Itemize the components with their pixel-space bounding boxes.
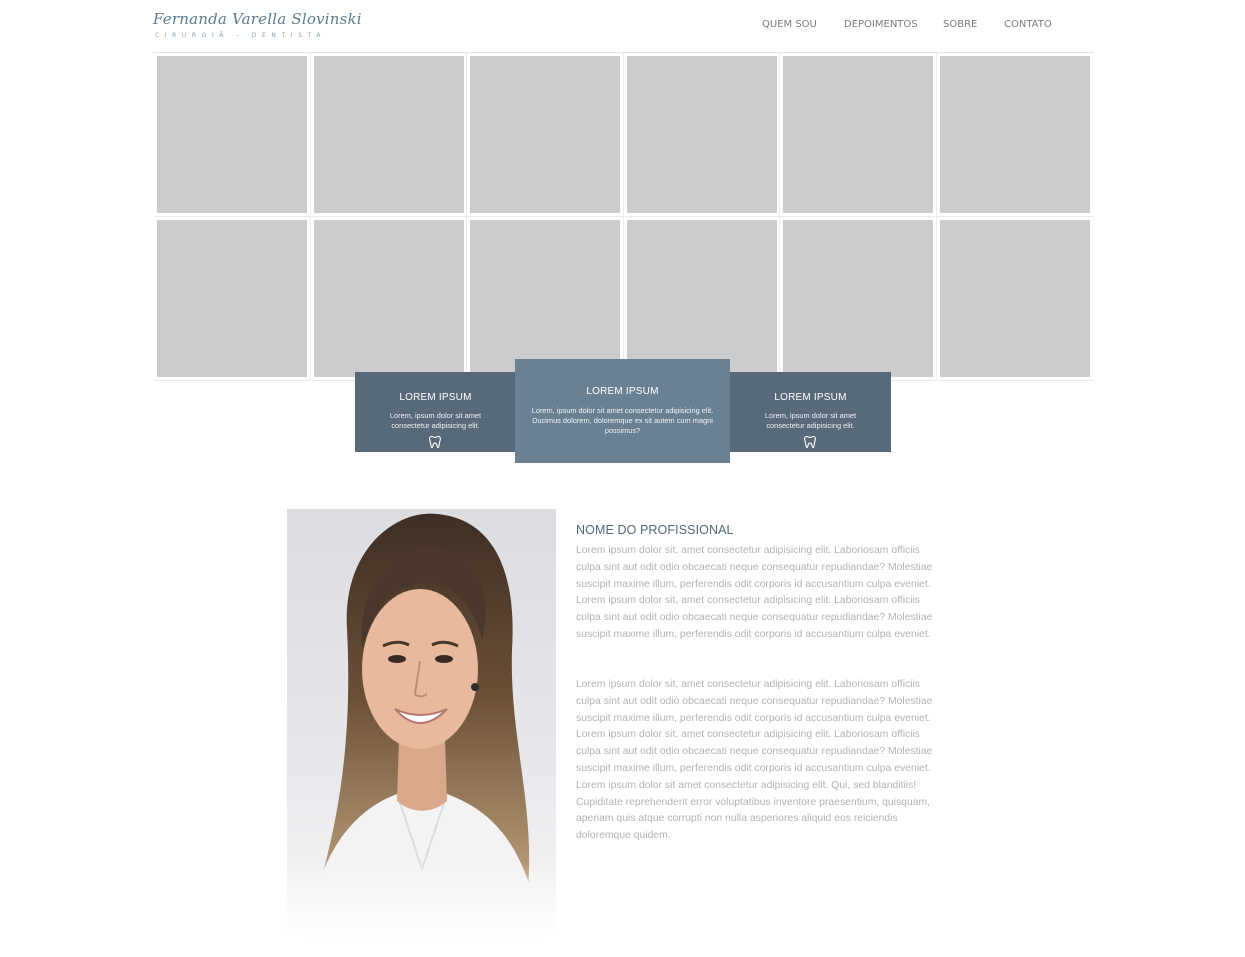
logo[interactable]: Fernanda Varella Slovinski CIRURGIÃ - DE… xyxy=(153,10,362,42)
gallery-image-placeholder[interactable] xyxy=(783,220,934,377)
nav-item-contato[interactable]: CONTATO xyxy=(1004,19,1052,30)
logo-name: Fernanda Varella Slovinski xyxy=(153,10,362,28)
gallery-image-placeholder[interactable] xyxy=(470,56,621,213)
gallery-image-placeholder[interactable] xyxy=(783,56,934,213)
nav-item-depoimentos[interactable]: DEPOIMENTOS xyxy=(844,19,918,30)
page: Fernanda Varella Slovinski CIRURGIÃ - DE… xyxy=(0,0,1245,957)
bio-paragraph: Lorem ipsum dolor sit, amet consectetur … xyxy=(576,679,933,842)
profile-photo xyxy=(287,509,556,939)
gallery-image-placeholder[interactable] xyxy=(626,220,777,377)
feature-card-title: LOREM IPSUM xyxy=(399,392,472,403)
gallery-image-placeholder[interactable] xyxy=(939,220,1090,377)
feature-card-text: Lorem, ipsum dolor sit amet consectetur … xyxy=(764,411,857,430)
logo-subtitle: CIRURGIÃ - DENTISTA xyxy=(155,32,327,39)
gallery-image-placeholder[interactable] xyxy=(157,56,307,213)
gallery-row xyxy=(154,217,1094,381)
gallery-image-placeholder[interactable] xyxy=(626,56,777,213)
feature-card-title: LOREM IPSUM xyxy=(774,392,847,403)
feature-card-left[interactable]: LOREM IPSUM Lorem, ipsum dolor sit amet … xyxy=(355,372,516,452)
gallery-image-placeholder[interactable] xyxy=(313,220,464,377)
tooth-icon xyxy=(429,435,441,449)
nav-item-sobre[interactable]: SOBRE xyxy=(943,19,977,30)
portrait-illustration xyxy=(287,509,556,939)
gallery-image-placeholder[interactable] xyxy=(470,220,621,377)
nav-item-quem-sou[interactable]: QUEM SOU xyxy=(762,19,817,30)
feature-card-text: Lorem, ipsum dolor sit amet consectetur … xyxy=(531,406,714,435)
gallery-image-placeholder[interactable] xyxy=(157,220,307,377)
gallery-row xyxy=(154,53,1094,217)
gallery-image-placeholder[interactable] xyxy=(939,56,1090,213)
professional-name: NOME DO PROFISSIONAL xyxy=(576,523,734,537)
tooth-icon xyxy=(804,435,816,449)
feature-card-center[interactable]: LOREM IPSUM Lorem, ipsum dolor sit amet … xyxy=(515,359,730,463)
feature-card-title: LOREM IPSUM xyxy=(586,386,659,397)
bio-paragraph: Lorem ipsum dolor sit, amet consectetur … xyxy=(576,545,933,640)
feature-card-text: Lorem, ipsum dolor sit amet consectetur … xyxy=(389,411,482,430)
gallery-image-placeholder[interactable] xyxy=(313,56,464,213)
feature-card-right[interactable]: LOREM IPSUM Lorem, ipsum dolor sit amet … xyxy=(730,372,891,452)
